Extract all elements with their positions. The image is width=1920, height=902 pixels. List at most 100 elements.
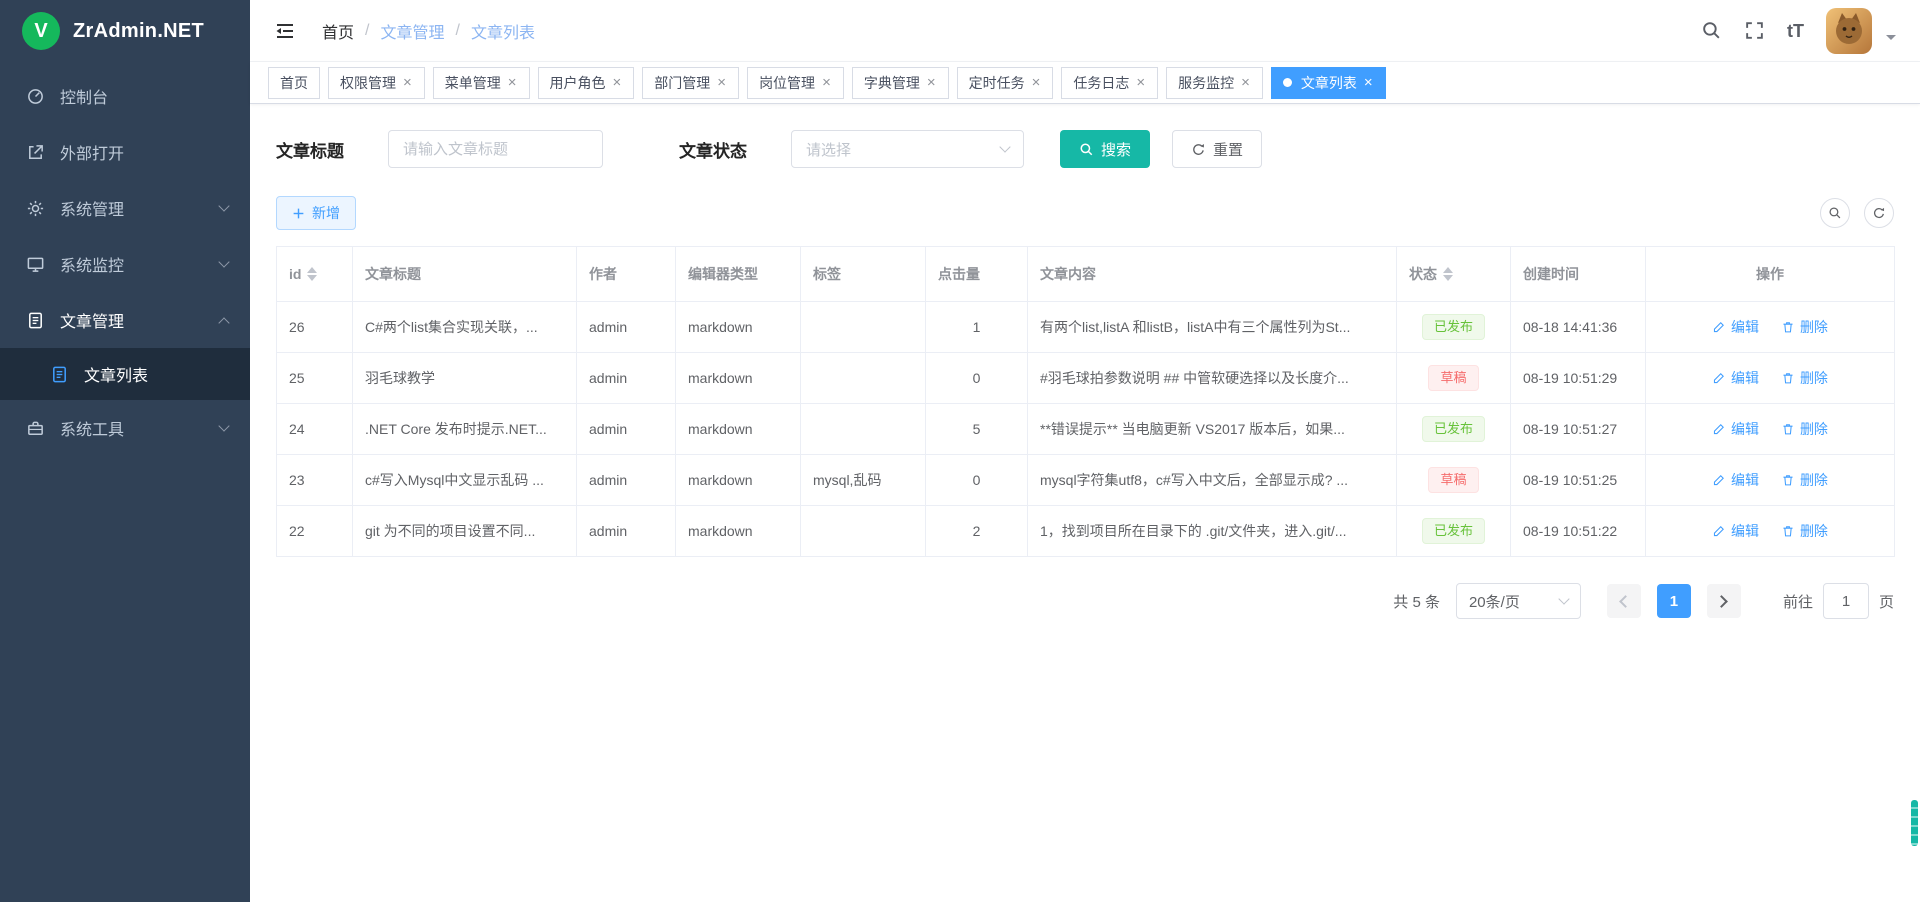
tab-label: 岗位管理 xyxy=(759,73,815,93)
cell-author: admin xyxy=(577,404,676,455)
cell-id: 26 xyxy=(277,302,353,353)
breadcrumb-item[interactable]: 文章列表 xyxy=(471,19,535,43)
add-button[interactable]: 新增 xyxy=(276,196,356,230)
sidebar-item-system-monitor[interactable]: 系统监控 xyxy=(0,236,250,292)
sidebar-item-system-management[interactable]: 系统管理 xyxy=(0,180,250,236)
prev-page-button[interactable] xyxy=(1607,584,1641,618)
sidebar-item-article-list[interactable]: 文章列表 xyxy=(0,348,250,400)
tab-task-log[interactable]: 任务日志× xyxy=(1061,67,1158,99)
col-header-id[interactable]: id xyxy=(277,247,353,302)
article-status-select[interactable]: 请选择 xyxy=(791,130,1024,168)
trash-icon xyxy=(1781,422,1795,436)
fullscreen-icon[interactable] xyxy=(1744,20,1765,41)
user-avatar[interactable] xyxy=(1826,8,1872,54)
sidebar-item-label: 系统监控 xyxy=(60,252,124,276)
close-icon[interactable]: × xyxy=(926,75,937,90)
goto-page-input[interactable] xyxy=(1823,583,1869,619)
tab-article-list[interactable]: 文章列表× xyxy=(1271,67,1386,99)
pencil-icon xyxy=(1712,422,1726,436)
next-page-button[interactable] xyxy=(1707,584,1741,618)
reset-button[interactable]: 重置 xyxy=(1172,130,1262,168)
articles-table: id 文章标题 作者 编辑器类型 标签 点击量 文章内容 状态 xyxy=(276,246,1895,557)
tab-service-monitor[interactable]: 服务监控 × xyxy=(1166,67,1263,99)
article-title-label: 文章标题 xyxy=(276,137,344,162)
page-number-1[interactable]: 1 xyxy=(1657,584,1691,618)
sidebar-item-label: 外部打开 xyxy=(60,140,124,164)
col-header-actions: 操作 xyxy=(1646,247,1895,302)
edit-button[interactable]: 编辑 xyxy=(1712,521,1759,541)
close-icon[interactable]: × xyxy=(716,75,727,90)
sidebar-item-article-management[interactable]: 文章管理 xyxy=(0,292,250,348)
col-header-status[interactable]: 状态 xyxy=(1397,247,1511,302)
cell-status: 已发布 xyxy=(1397,404,1511,455)
tab-user-role[interactable]: 用户角色× xyxy=(538,67,635,99)
search-button[interactable]: 搜索 xyxy=(1060,130,1150,168)
cell-clicks: 1 xyxy=(926,302,1028,353)
tab-post[interactable]: 岗位管理 × xyxy=(747,67,844,99)
cell-clicks: 2 xyxy=(926,506,1028,557)
dashboard-icon xyxy=(26,87,45,106)
table-header-row: id 文章标题 作者 编辑器类型 标签 点击量 文章内容 状态 xyxy=(277,247,1895,302)
scrollbar-thumb[interactable] xyxy=(1911,800,1918,846)
close-icon[interactable]: × xyxy=(1135,75,1146,90)
cell-status: 已发布 xyxy=(1397,506,1511,557)
tab-dict[interactable]: 字典管理× xyxy=(852,67,949,99)
tab-department[interactable]: 部门管理× xyxy=(642,67,739,99)
font-size-icon[interactable]: tT xyxy=(1787,22,1804,40)
toggle-search-button[interactable] xyxy=(1820,198,1850,228)
sidebar-item-dashboard[interactable]: 控制台 xyxy=(0,68,250,124)
chevron-right-icon xyxy=(1716,595,1729,608)
cell-title: git 为不同的项目设置不同... xyxy=(353,506,577,557)
tab-menu[interactable]: 菜单管理× xyxy=(433,67,530,99)
external-link-icon xyxy=(26,143,45,162)
chevron-down-icon[interactable] xyxy=(1886,35,1896,45)
sidebar-item-external-open[interactable]: 外部打开 xyxy=(0,124,250,180)
delete-button[interactable]: 删除 xyxy=(1781,317,1828,337)
search-icon[interactable] xyxy=(1701,20,1722,41)
article-title-input[interactable] xyxy=(388,130,603,168)
page-size-select[interactable]: 20条/页 xyxy=(1456,583,1581,619)
close-icon[interactable]: × xyxy=(612,75,623,90)
sort-icon[interactable] xyxy=(307,267,317,281)
delete-button[interactable]: 删除 xyxy=(1781,419,1828,439)
close-icon[interactable]: × xyxy=(821,75,832,90)
col-header-content: 文章内容 xyxy=(1028,247,1397,302)
app-root: V ZrAdmin.NET 控制台 外部打开 系统管理 系统监控 xyxy=(0,0,1920,902)
sidebar-toggle-icon[interactable] xyxy=(274,21,296,41)
edit-button[interactable]: 编辑 xyxy=(1712,368,1759,388)
close-icon[interactable]: × xyxy=(1031,75,1042,90)
close-icon[interactable]: × xyxy=(1363,75,1374,90)
tab-home[interactable]: 首页 xyxy=(268,67,320,99)
tab-permission[interactable]: 权限管理× xyxy=(328,67,425,99)
delete-button[interactable]: 删除 xyxy=(1781,470,1828,490)
search-form: 文章标题 文章状态 请选择 搜索 重置 xyxy=(276,130,1894,168)
cell-title: 羽毛球教学 xyxy=(353,353,577,404)
close-icon[interactable]: × xyxy=(507,75,518,90)
tab-label: 服务监控 xyxy=(1178,73,1234,93)
logo-icon: V xyxy=(22,12,60,50)
cell-clicks: 5 xyxy=(926,404,1028,455)
delete-button[interactable]: 删除 xyxy=(1781,521,1828,541)
tab-scheduled-task[interactable]: 定时任务× xyxy=(957,67,1054,99)
edit-button[interactable]: 编辑 xyxy=(1712,419,1759,439)
trash-icon xyxy=(1781,524,1795,538)
close-icon[interactable]: × xyxy=(402,75,413,90)
app-logo[interactable]: V ZrAdmin.NET xyxy=(0,0,250,62)
edit-button[interactable]: 编辑 xyxy=(1712,317,1759,337)
close-icon[interactable]: × xyxy=(1240,75,1251,90)
breadcrumb-item[interactable]: 文章管理 xyxy=(380,19,444,43)
pencil-icon xyxy=(1712,524,1726,538)
breadcrumb-item[interactable]: 首页 xyxy=(322,19,354,43)
status-badge: 草稿 xyxy=(1428,467,1478,493)
sidebar-item-system-tools[interactable]: 系统工具 xyxy=(0,400,250,456)
refresh-table-button[interactable] xyxy=(1864,198,1894,228)
sidebar-item-label: 系统工具 xyxy=(60,416,124,440)
cell-id: 24 xyxy=(277,404,353,455)
delete-button[interactable]: 删除 xyxy=(1781,368,1828,388)
table-row: 23 c#写入Mysql中文显示乱码 ... admin markdown my… xyxy=(277,455,1895,506)
trash-icon xyxy=(1781,320,1795,334)
sort-icon[interactable] xyxy=(1443,267,1453,281)
cell-status: 已发布 xyxy=(1397,302,1511,353)
col-header-editor: 编辑器类型 xyxy=(676,247,801,302)
edit-button[interactable]: 编辑 xyxy=(1712,470,1759,490)
